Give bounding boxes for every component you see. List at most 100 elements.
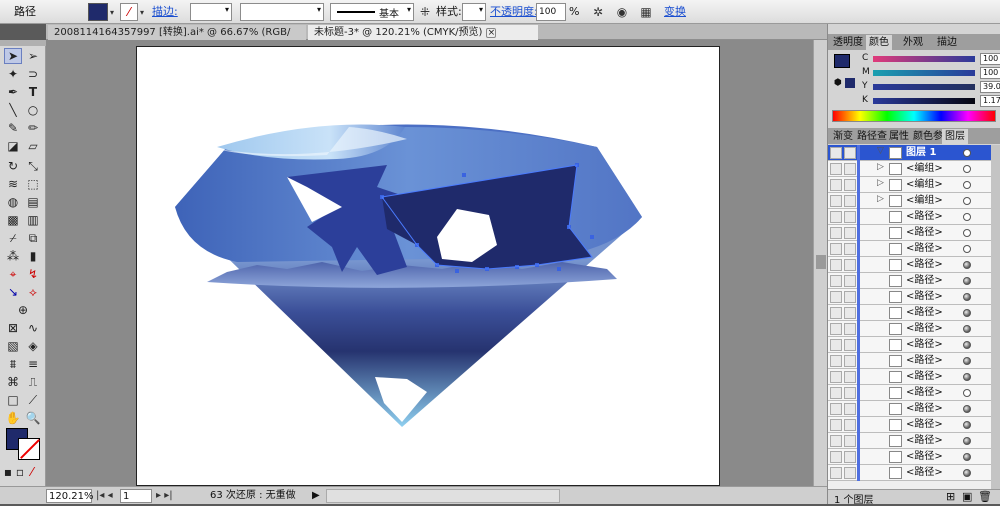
opacity-link[interactable]: 不透明度: [490,3,538,21]
style-dropdown[interactable]: ▾ [462,3,486,21]
lock-toggle-icon[interactable] [844,419,856,431]
color-mode-icon[interactable]: ▪ [2,464,14,480]
layer-row[interactable]: <路径> [828,449,991,465]
target-icon[interactable] [963,245,971,253]
layer-row[interactable]: ▷ <编组> [828,161,991,177]
target-icon[interactable] [963,197,971,205]
type-tool-icon[interactable]: T [24,84,42,100]
layer-row[interactable]: <路径> [828,353,991,369]
channel-m-input[interactable]: 100 [980,67,1000,79]
free-transform-icon[interactable]: ⬚ [24,176,42,192]
tab-gradient[interactable]: 渐变 [830,129,856,144]
close-icon[interactable]: × [486,28,497,38]
lock-toggle-icon[interactable] [844,387,856,399]
layer-row[interactable]: <路径> [828,257,991,273]
layer-row[interactable]: <路径> [828,321,991,337]
variable-width-field[interactable]: ▾ [240,3,324,21]
graph-tool-icon[interactable]: ▮ [24,248,42,264]
tab-appearance[interactable]: 外观 [900,35,926,50]
visibility-toggle-icon[interactable] [830,323,842,335]
pen-add-icon[interactable]: ⌘ [4,374,22,390]
column-graph-icon[interactable]: ⩩ [4,356,22,372]
layer-row[interactable]: <路径> [828,433,991,449]
crosshair-tool-icon[interactable]: ⊕ [14,302,32,318]
brush-definition-field[interactable]: 基本 ▾ [330,3,414,21]
visibility-toggle-icon[interactable] [830,435,842,447]
artboard-tool-icon[interactable]: ⌖ [4,266,22,282]
target-icon[interactable] [963,261,971,269]
vertical-scrollbar[interactable] [813,40,827,486]
layer-row[interactable]: <路径> [828,369,991,385]
new-sublayer-icon[interactable]: ▣ [962,490,972,503]
lock-toggle-icon[interactable] [844,291,856,303]
warp-tool-icon[interactable]: ≋ [4,176,22,192]
live-paint-icon[interactable]: ▧ [4,338,22,354]
layer-row[interactable]: <路径> [828,225,991,241]
layer-row[interactable]: <路径> [828,289,991,305]
layer-row[interactable]: ▷ <编组> [828,193,991,209]
symbol-icon[interactable]: ⁜ [418,3,432,21]
visibility-toggle-icon[interactable] [830,419,842,431]
direct-selection-tool-icon[interactable]: ➢ [24,48,42,64]
horizontal-scrollbar[interactable] [326,489,560,503]
visibility-toggle-icon[interactable] [830,163,842,175]
recolor-icon[interactable]: ✲ [588,3,608,21]
stroke-dropdown-icon[interactable]: ▾ [138,3,146,21]
channel-c-slider[interactable] [873,56,975,62]
target-icon[interactable] [963,373,971,381]
target-icon[interactable] [963,437,971,445]
lock-toggle-icon[interactable] [844,467,856,479]
target-icon[interactable] [963,149,971,157]
layer-row[interactable]: <路径> [828,209,991,225]
layer-row[interactable]: ▷ <编组> [828,177,991,193]
lock-toggle-icon[interactable] [844,147,856,159]
layer-row[interactable]: <路径> [828,385,991,401]
ellipse-tool-icon[interactable]: ○ [24,102,42,118]
zoom-field[interactable]: 120.21% [46,489,94,503]
target-icon[interactable] [963,421,971,429]
layer-row[interactable]: <路径> [828,273,991,289]
knife-icon[interactable]: ⎍ [24,374,42,390]
scale-tool-icon[interactable]: ⤡ [24,158,42,174]
tab-pathfinder[interactable]: 路径查 [854,129,890,144]
visibility-toggle-icon[interactable] [830,291,842,303]
expand-arrow-icon[interactable]: ▷ [877,162,884,172]
width-tool-icon[interactable]: ⟡ [24,284,42,300]
target-icon[interactable] [963,469,971,477]
visibility-toggle-icon[interactable] [830,211,842,223]
wave-icon[interactable]: ∿ [24,320,42,336]
target-icon[interactable] [963,357,971,365]
paintbrush-icon[interactable]: ✎ [4,120,22,136]
align-icon[interactable]: ▦ [636,3,656,21]
lock-toggle-icon[interactable] [844,179,856,191]
visibility-toggle-icon[interactable] [830,147,842,159]
pencil-icon[interactable]: ✏ [24,120,42,136]
channel-k-input[interactable]: 1.17 [980,95,1000,107]
lock-toggle-icon[interactable] [844,307,856,319]
crop-icon[interactable]: □ [4,392,22,408]
channel-c-input[interactable]: 100 [980,53,1000,65]
layer-row-selected[interactable]: ▽ 图层 1 [828,145,991,161]
visibility-toggle-icon[interactable] [830,403,842,415]
target-icon[interactable] [963,181,971,189]
blend-tool-icon[interactable]: ⧉ [24,230,42,246]
layer-row[interactable]: <路径> [828,241,991,257]
stroke-weight-field[interactable]: ▾ [190,3,232,21]
visibility-toggle-icon[interactable] [830,275,842,287]
visibility-toggle-icon[interactable] [830,387,842,399]
scroll-thumb[interactable] [816,255,826,269]
target-icon[interactable] [963,277,971,285]
opacity-input[interactable]: 100 [536,3,566,21]
page-field[interactable]: 1 [120,489,152,503]
lock-toggle-icon[interactable] [844,211,856,223]
next-page-icon[interactable]: ▸ ▸| [156,489,173,503]
layer-row[interactable]: <路径> [828,337,991,353]
layer-row[interactable]: <路径> [828,401,991,417]
tab-document-1[interactable]: 20081141643579​97 [转换].ai* @ 66.67% (RGB… [48,25,306,53]
settings-icon[interactable]: ◉ [614,3,630,21]
curvature-tool-icon[interactable]: ↘ [4,284,22,300]
none-mode-icon[interactable]: ⁄ [26,464,38,480]
target-icon[interactable] [963,293,971,301]
tab-color-guide[interactable]: 颜色参 [910,129,946,144]
mesh-tool-icon[interactable]: ▩ [4,212,22,228]
